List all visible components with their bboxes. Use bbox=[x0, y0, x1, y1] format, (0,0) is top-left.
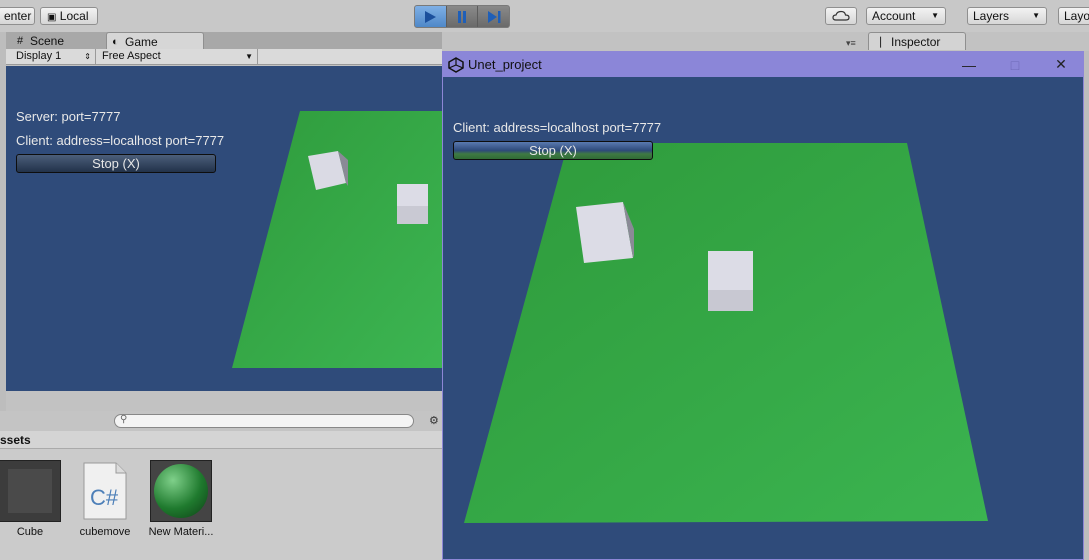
maximize-icon: □ bbox=[1010, 56, 1020, 73]
csharp-script-icon: C# bbox=[74, 460, 136, 522]
display-select[interactable]: Display 1 ⇕ bbox=[12, 49, 96, 64]
cloud-icon bbox=[832, 10, 850, 21]
search-input[interactable] bbox=[114, 414, 414, 428]
account-label: Account bbox=[872, 9, 916, 23]
space-label: Local bbox=[59, 9, 89, 23]
filter-by-type-icon[interactable]: ⚙ bbox=[429, 414, 439, 427]
layout-dropdown[interactable]: Layo bbox=[1058, 7, 1089, 25]
assets-breadcrumb: ssets bbox=[0, 431, 442, 449]
prefab-icon bbox=[0, 460, 61, 522]
layers-dropdown[interactable]: Layers ▼ bbox=[967, 7, 1047, 25]
tab-scene-label: Scene bbox=[30, 34, 65, 48]
asset-name: cubemove bbox=[79, 526, 131, 538]
asset-name: Cube bbox=[16, 526, 44, 538]
aspect-select-label: Free Aspect bbox=[102, 50, 161, 62]
unity-logo-icon bbox=[448, 57, 464, 73]
player-window: Unet_project — □ ✕ Client: address=local… bbox=[442, 51, 1084, 560]
pause-button[interactable] bbox=[446, 6, 479, 27]
asset-item-cube[interactable]: Cube bbox=[0, 460, 68, 538]
tab-game-label: Game bbox=[125, 35, 158, 49]
pivot-toggle-button[interactable]: enter bbox=[0, 7, 35, 25]
local-cube-icon: ▣ bbox=[47, 12, 57, 23]
asset-item-material[interactable]: New Materi... bbox=[143, 460, 219, 538]
window-edge bbox=[1084, 51, 1089, 560]
client-status-label: Client: address=localhost port=7777 bbox=[16, 133, 225, 148]
cube bbox=[576, 202, 634, 263]
tab-inspector-label: Inspector bbox=[891, 35, 941, 49]
play-button[interactable] bbox=[415, 6, 447, 27]
pivot-label: enter bbox=[4, 9, 32, 23]
panel-menu-icon[interactable]: ▾≡ bbox=[846, 38, 856, 49]
stop-button[interactable]: Stop (X) bbox=[16, 154, 216, 173]
step-button[interactable] bbox=[478, 6, 509, 27]
csharp-glyph: C# bbox=[90, 485, 119, 510]
close-button[interactable]: ✕ bbox=[1038, 52, 1083, 77]
collab-cloud-button[interactable] bbox=[825, 7, 857, 25]
ground-plane bbox=[232, 111, 442, 368]
server-status-label: Server: port=7777 bbox=[16, 109, 121, 124]
space-toggle-button[interactable]: ▣ Local bbox=[40, 7, 98, 25]
tab-game[interactable]: ◐ Game bbox=[106, 32, 204, 50]
dropdown-arrow-icon: ▼ bbox=[931, 11, 939, 20]
ground-plane bbox=[464, 143, 988, 523]
main-toolbar: enter ▣ Local Account ▼ Layers ▼ Layo bbox=[0, 0, 1089, 32]
tab-inspector[interactable]: ❘ Inspector bbox=[868, 32, 966, 50]
game-view-toolbar: Display 1 ⇕ Free Aspect ▼ bbox=[6, 49, 442, 65]
grid-icon: # bbox=[17, 35, 24, 47]
window-title: Unet_project bbox=[468, 57, 542, 72]
dropdown-arrow-icon: ▼ bbox=[1032, 11, 1040, 20]
step-icon bbox=[487, 10, 501, 23]
account-dropdown[interactable]: Account ▼ bbox=[866, 7, 946, 25]
material-sphere-icon bbox=[150, 460, 212, 522]
pause-icon bbox=[458, 10, 466, 23]
info-icon: ❘ bbox=[876, 36, 886, 48]
close-icon: ✕ bbox=[1055, 56, 1067, 72]
asset-name: New Materi... bbox=[148, 526, 214, 538]
maximize-button[interactable]: □ bbox=[992, 52, 1038, 77]
display-select-label: Display 1 bbox=[16, 50, 62, 62]
minimize-icon: — bbox=[962, 56, 976, 73]
window-titlebar[interactable]: Unet_project — □ ✕ bbox=[443, 52, 1083, 77]
aspect-select[interactable]: Free Aspect ▼ bbox=[98, 49, 258, 64]
player-viewport[interactable]: Client: address=localhost port=7777 Stop… bbox=[443, 77, 1083, 559]
cube bbox=[397, 184, 428, 224]
play-icon bbox=[425, 10, 437, 23]
asset-item-cubemove[interactable]: C# cubemove bbox=[67, 460, 143, 538]
project-search-bar: ⚲ bbox=[0, 411, 442, 431]
asset-grid: Cube C# cubemove New Materi... bbox=[0, 449, 442, 560]
minimize-button[interactable]: — bbox=[946, 52, 992, 77]
tab-scene[interactable]: # Scene bbox=[12, 32, 92, 50]
layers-label: Layers bbox=[973, 9, 1010, 23]
cube bbox=[708, 251, 753, 311]
view-tab-row: # Scene ◐ Game bbox=[0, 32, 442, 50]
stop-button[interactable]: Stop (X) bbox=[453, 141, 653, 160]
dropdown-arrow-icon: ▼ bbox=[245, 52, 253, 61]
client-status-label: Client: address=localhost port=7777 bbox=[453, 120, 662, 135]
stepper-arrow-icon: ⇕ bbox=[84, 52, 91, 61]
search-icon: ⚲ bbox=[120, 414, 128, 425]
game-viewport[interactable]: Server: port=7777 Client: address=localh… bbox=[6, 66, 442, 391]
playback-controls bbox=[414, 5, 510, 28]
layout-label: Layo bbox=[1064, 9, 1089, 23]
